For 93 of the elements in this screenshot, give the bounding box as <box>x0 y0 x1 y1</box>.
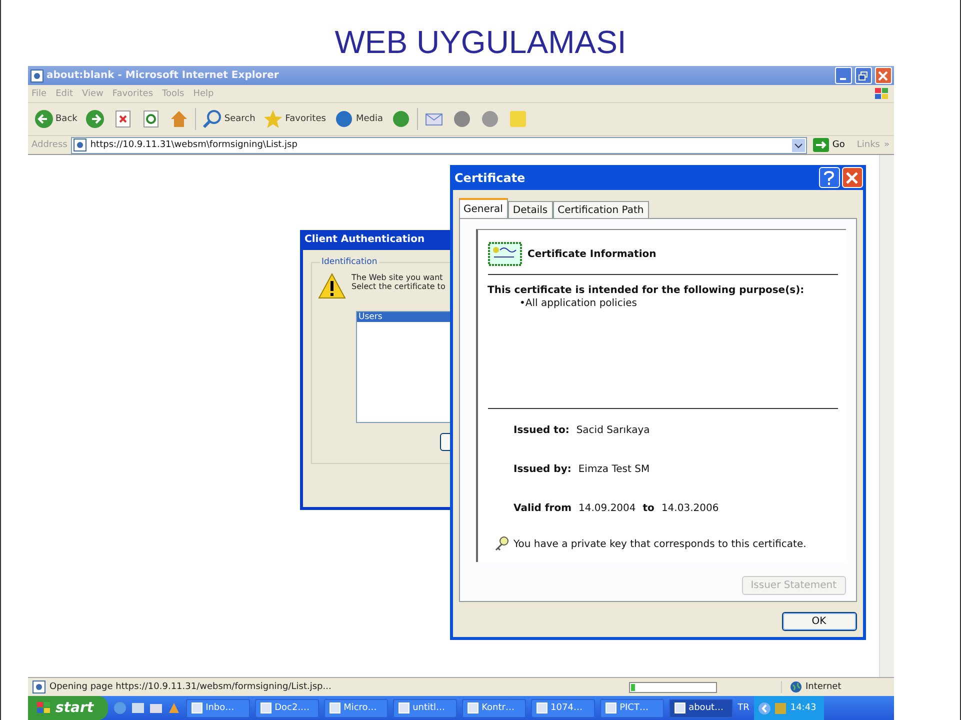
chevron-icon[interactable] <box>758 702 772 714</box>
minimize-button[interactable] <box>834 67 852 84</box>
taskbar-button[interactable]: Micro… <box>324 698 388 718</box>
message-text: The Web site you want <box>352 273 444 282</box>
chevron-icon[interactable]: » <box>884 140 890 150</box>
go-button[interactable]: Go <box>811 138 853 152</box>
slide-title: WEB UYGULAMASI <box>334 23 626 62</box>
field-value: Eimza Test SM <box>578 464 650 475</box>
help-button[interactable] <box>818 167 840 188</box>
window-icon <box>328 702 341 714</box>
menu-item[interactable]: Tools <box>162 88 184 98</box>
ok-button[interactable]: OK <box>782 612 856 631</box>
taskbar-button[interactable]: PICT… <box>600 698 664 718</box>
field-label: Valid from <box>514 503 572 514</box>
search-icon <box>202 109 222 129</box>
browser-icon[interactable] <box>112 701 127 715</box>
restore-icon <box>858 70 868 80</box>
field-label: to <box>642 503 654 514</box>
start-button[interactable]: start <box>28 696 108 720</box>
dialog-title: Client Authentication <box>304 233 426 247</box>
window-title: about:blank - Microsoft Internet Explorer <box>46 70 279 81</box>
menu-item[interactable]: View <box>82 88 104 98</box>
close-icon <box>846 172 858 184</box>
menu-item[interactable]: File <box>32 88 47 98</box>
field-value: Sacid Sarıkaya <box>576 425 650 436</box>
window-icon <box>604 702 617 714</box>
mail-icon[interactable] <box>148 701 163 715</box>
clock: 14:43 <box>790 703 816 713</box>
question-mark-icon <box>823 170 835 184</box>
minimize-icon <box>840 78 846 80</box>
taskbar-button[interactable]: untitl… <box>392 698 457 718</box>
flag-logo-icon <box>36 701 52 715</box>
key-icon <box>494 536 510 552</box>
window-icon <box>536 702 548 714</box>
menu-item[interactable]: Favorites <box>112 88 154 98</box>
zone-label: Internet <box>806 682 842 692</box>
desktop-icon[interactable] <box>130 701 145 715</box>
window-icon <box>190 702 203 714</box>
toolbar-icon <box>480 109 500 129</box>
toolbar-icon <box>390 109 411 129</box>
certificate-icon <box>488 242 522 266</box>
page-icon <box>32 680 46 694</box>
section-heading: Certificate Information <box>528 248 656 260</box>
cross-icon <box>113 109 134 129</box>
page-icon <box>73 138 88 152</box>
field-label: Issued by: <box>514 464 572 475</box>
taskbar-button[interactable]: about… <box>668 698 733 718</box>
search-button[interactable]: Search <box>200 108 258 130</box>
window-icon <box>674 702 686 714</box>
close-button[interactable] <box>874 67 892 84</box>
close-icon <box>878 70 888 80</box>
restore-button[interactable] <box>854 67 872 84</box>
warning-icon <box>318 273 346 299</box>
favorites-button[interactable]: Favorites <box>261 108 328 130</box>
menu-item[interactable]: Help <box>193 88 214 98</box>
note-icon <box>508 109 528 129</box>
status-text: Opening page https://10.9.11.31/websm/formsigning/List.jsp... <box>50 682 332 692</box>
menu-item[interactable]: Edit <box>56 88 73 98</box>
dropdown-icon[interactable] <box>792 138 806 152</box>
key-note: You have a private key that corresponds to this certificate. <box>514 538 806 550</box>
toolbar-icon <box>141 109 162 129</box>
message-text: Select the certificate to <box>352 282 446 291</box>
tab[interactable]: General <box>458 198 508 218</box>
tab[interactable]: Certification Path <box>552 201 649 218</box>
window-icon <box>260 702 272 714</box>
program-icon[interactable] <box>166 701 181 715</box>
purpose-item: •All application policies <box>518 298 638 309</box>
field-value: 14.03.2006 <box>661 503 719 514</box>
window-icon <box>398 702 410 714</box>
language-indicator[interactable]: TR <box>738 703 750 713</box>
field-label: Issued to: <box>514 425 570 436</box>
address-label: Address <box>32 140 68 150</box>
address-field[interactable]: https://10.9.11.31\websm\formsigning\List.jsp <box>71 136 808 154</box>
tab[interactable]: Details <box>508 201 553 218</box>
arrow-icon <box>813 138 830 152</box>
back-button[interactable]: Back <box>32 108 80 130</box>
star-icon <box>263 109 284 129</box>
group-label: Identification <box>320 257 380 267</box>
taskbar-button[interactable]: Doc2.… <box>254 698 319 718</box>
page-icon <box>30 68 44 82</box>
media-button[interactable]: Media <box>332 108 385 130</box>
scrollbar[interactable] <box>878 155 894 677</box>
taskbar-button[interactable]: 1074… <box>530 698 595 718</box>
links-label[interactable]: Links <box>856 140 880 150</box>
taskbar-button[interactable]: Inbo… <box>186 698 250 718</box>
dialog-title: Certificate <box>454 170 526 184</box>
close-button[interactable] <box>842 167 862 188</box>
house-icon <box>169 109 190 129</box>
field-value: 14.09.2004 <box>578 503 636 514</box>
purpose-heading: This certificate is intended for the following purpose(s): <box>488 285 806 296</box>
window-icon <box>466 702 479 714</box>
taskbar-button[interactable]: Kontr… <box>462 698 526 718</box>
flag-logo-icon <box>874 86 890 100</box>
